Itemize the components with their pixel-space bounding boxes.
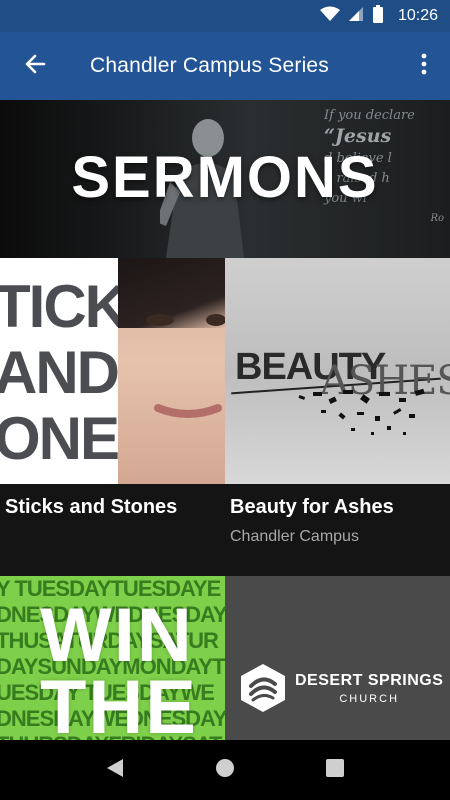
nav-home-button[interactable] (205, 750, 245, 790)
church-name: DESERT SPRINGS CHURCH (295, 671, 444, 705)
series-title: Sticks and Stones (5, 496, 178, 518)
church-logo: DESERT SPRINGS CHURCH (237, 660, 447, 716)
series-card-win-the-day[interactable]: Y TUESDAYTUESDAYEDNESDAYWEDNESDAYTHUSATU… (0, 576, 225, 740)
nav-back-button[interactable] (95, 750, 135, 790)
sermons-banner[interactable]: If you declare “Jesus d believe l d rais… (0, 100, 450, 258)
series-card-beauty-for-ashes[interactable]: BEAUTY ASHES Beauty for Ashes Chandler C… (225, 258, 450, 576)
page-title: Chandler Campus Series (90, 54, 330, 77)
ash-shards (298, 388, 425, 435)
nav-recents-button[interactable] (315, 750, 355, 790)
art-word: AND (0, 339, 120, 406)
desert-springs-logo-icon (241, 664, 285, 712)
app-bar: Chandler Campus Series (0, 32, 450, 100)
banner-title: SERMONS (71, 145, 379, 210)
more-vert-icon (421, 53, 427, 80)
home-circle-icon (214, 757, 236, 784)
series-artwork: Y TUESDAYTUESDAYEDNESDAYWEDNESDAYTHUSATU… (0, 576, 225, 740)
face-features (146, 314, 225, 418)
back-button[interactable] (0, 32, 70, 100)
signal-icon (348, 6, 364, 27)
wifi-icon (319, 6, 340, 27)
recents-square-icon (325, 758, 345, 783)
back-triangle-icon (105, 757, 125, 784)
series-card-desert-springs[interactable]: DESERT SPRINGS CHURCH (225, 576, 450, 740)
arrow-left-icon (24, 53, 46, 80)
series-artwork: TICKS AND ONES (0, 258, 225, 484)
series-title: Beauty for Ashes (230, 496, 394, 518)
series-artwork: DESERT SPRINGS CHURCH (225, 576, 450, 740)
series-artwork: BEAUTY ASHES (225, 258, 450, 484)
art-word: THE (40, 665, 198, 740)
series-subtitle: Chandler Campus (230, 528, 359, 545)
status-bar: 10:26 (0, 0, 450, 32)
system-nav-bar (0, 740, 450, 800)
series-card-sticks-and-stones[interactable]: TICKS AND ONES Sticks and Stones (0, 258, 225, 576)
battery-icon (372, 4, 384, 28)
clock-time: 10:26 (397, 7, 438, 24)
overflow-menu-button[interactable] (398, 32, 450, 100)
